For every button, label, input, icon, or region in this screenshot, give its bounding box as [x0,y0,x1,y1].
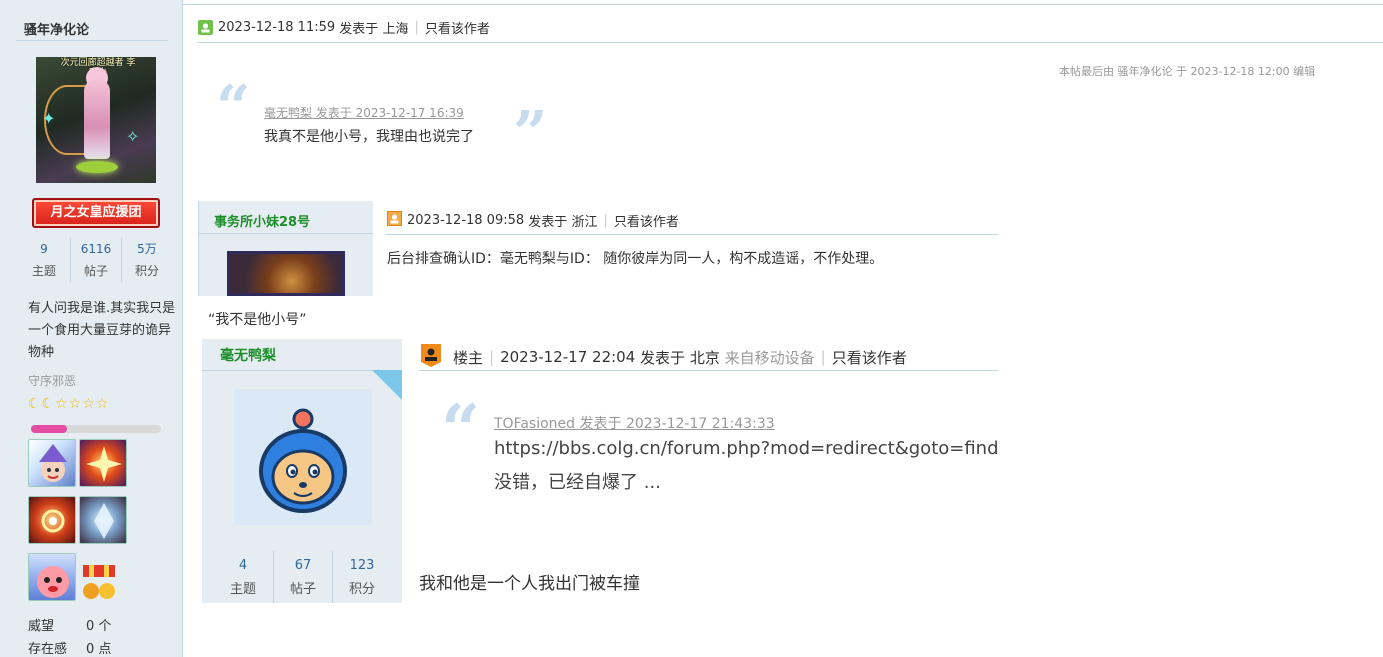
extra-label: 存在感 [28,642,68,657]
rank-stars-icon: ☾☾☆☆☆☆ [28,396,110,412]
quote-text: 没错，已经自爆了 ... [494,472,661,493]
posted-at-label: 发表于 [339,22,379,37]
stat-label: 帖子 [83,264,108,278]
stat-label: 主题 [31,264,56,278]
stat-value: 5万 [137,242,157,256]
sparkle-icon: ✦ [42,109,56,128]
nested-author-username[interactable]: 事务所小妹28号 [214,211,310,230]
divider [419,370,998,371]
post-body-text: “我不是他小号” [208,312,307,328]
medal-fire-icon [41,509,65,533]
separator: | [820,348,826,366]
thread-starter-glyph [421,344,441,367]
separator: | [603,213,608,228]
nested-author-avatar[interactable] [227,251,345,296]
thread-starter-icon [419,342,443,372]
only-author-link[interactable]: 只看该作者 [614,211,679,230]
user-offline-icon [387,211,402,230]
divider [16,40,168,41]
divider [386,234,998,235]
nested-post-meta: 2023-12-18 09:58 发表于 浙江 | 只看该作者 [387,211,679,230]
posted-at-label: 发表于 [528,215,568,230]
only-author-link[interactable]: 只看该作者 [832,347,907,368]
presence-row: 存在感 0 点 [28,638,111,657]
edit-note: 本帖最后由 骚年净化论 于 2023-12-18 12:00 编辑 [1059,65,1316,78]
stat-credits[interactable]: 5万 积分 [122,238,172,282]
author-rank-title: 守序邪恶 [28,374,77,388]
medal-ribbon-shape [83,565,115,599]
stat-value: 4 [238,558,248,573]
post-time: 2023-12-18 11:59 [218,20,336,35]
group-badge[interactable]: 月之女皇应援团 [32,198,160,228]
stat-credits[interactable]: 123 积分 [333,556,391,604]
medal-icon[interactable] [79,439,127,487]
avatar-base-shape [76,161,118,173]
avatar-figure-shape [84,79,110,159]
medal-icon[interactable] [28,496,76,544]
nested-post-meta: 楼主 | 2023-12-17 22:04 发表于 北京 来自移动设备 | 只看… [419,342,907,372]
user-online-icon [198,20,213,35]
nested-author-username[interactable]: 毫无鸭梨 [220,345,276,365]
posted-at-label: 发表于 [640,348,686,367]
user-online-glyph [199,21,212,34]
author-intro: 有人问我是谁.其实我只是一个食用大量豆芽的诡异物种 [28,301,176,360]
stat-posts[interactable]: 6116 帖子 [71,238,121,282]
extra-value: 0 点 [86,642,112,657]
quote-source-link[interactable]: 毫无鸭梨 发表于 2023-12-17 16:39 [264,104,464,121]
divider [197,42,1383,43]
separator: | [489,348,495,366]
stat-value: 6116 [80,242,112,256]
stat-label: 积分 [134,264,159,278]
stat-label: 帖子 [289,582,316,597]
quote-url-text: https://bbs.colg.cn/forum.php?mod=redire… [494,438,998,459]
divider [198,233,373,234]
medal-icon[interactable] [79,496,127,544]
medal-icon[interactable] [28,439,76,487]
stat-value: 123 [349,558,375,573]
only-author-link[interactable]: 只看该作者 [425,18,490,37]
stat-posts[interactable]: 67 帖子 [274,556,332,604]
stat-value: 67 [294,558,312,573]
medal-wizard-icon [39,444,67,482]
divider [183,4,1383,5]
author-avatar[interactable]: 次元回廊超越者 李宣少 ✦ ✧ [36,57,156,183]
medal-crystal-icon [94,503,114,539]
device-label: 来自移动设备 [724,348,815,367]
post-location: 浙江 [571,215,598,230]
quote-open-icon: “ [441,390,481,470]
author-username[interactable]: 骚年净化论 [24,19,89,38]
medal-mascot-icon [37,566,69,598]
quote-source-link[interactable]: TOFasioned 发表于 2023-12-17 21:43:33 [494,413,775,433]
nested-post-content: 后台排查确认ID：毫无鸭梨与ID： 随你彼岸为同一人，构不成造谣，不作处理。 [387,251,884,267]
extra-value: 0 个 [86,619,112,634]
medal-icon[interactable] [28,553,76,601]
prestige-row: 威望 0 个 [28,615,111,634]
post-time: 2023-12-18 09:58 [407,213,525,228]
quote-text: 我真不是他小号，我理由也说完了 [264,129,474,145]
stat-value: 9 [40,242,48,256]
stat-threads[interactable]: 9 主题 [19,238,69,282]
user-offline-glyph [387,211,402,226]
quote-close-icon: ” [513,99,548,169]
shiba-mascot-icon [259,408,347,513]
medal-ribbon-icon[interactable] [79,565,119,603]
nested-post-content: 我和他是一个人我出门被车撞 [419,574,640,594]
quote-open-icon: “ [216,73,251,143]
corner-badge-icon [372,370,402,400]
rank-progress-fill [31,425,67,433]
post-time: 2023-12-17 22:04 [500,348,636,366]
post-location: 北京 [689,348,720,367]
separator: | [414,20,419,35]
extra-label: 威望 [28,619,55,634]
floor-label: 楼主 [453,348,484,367]
sparkle-icon: ✧ [126,127,140,146]
post-meta: 2023-12-18 11:59 发表于 上海 | 只看该作者 [198,18,490,37]
stat-label: 主题 [229,582,256,597]
post-location: 上海 [382,22,409,37]
nested-author-avatar[interactable] [234,389,372,525]
stat-threads[interactable]: 4 主题 [214,556,272,604]
nested-quote-block: “ TOFasioned 发表于 2023-12-17 21:43:33 htt… [419,380,998,510]
stat-label: 积分 [348,582,375,597]
medal-burst-icon [86,446,122,482]
